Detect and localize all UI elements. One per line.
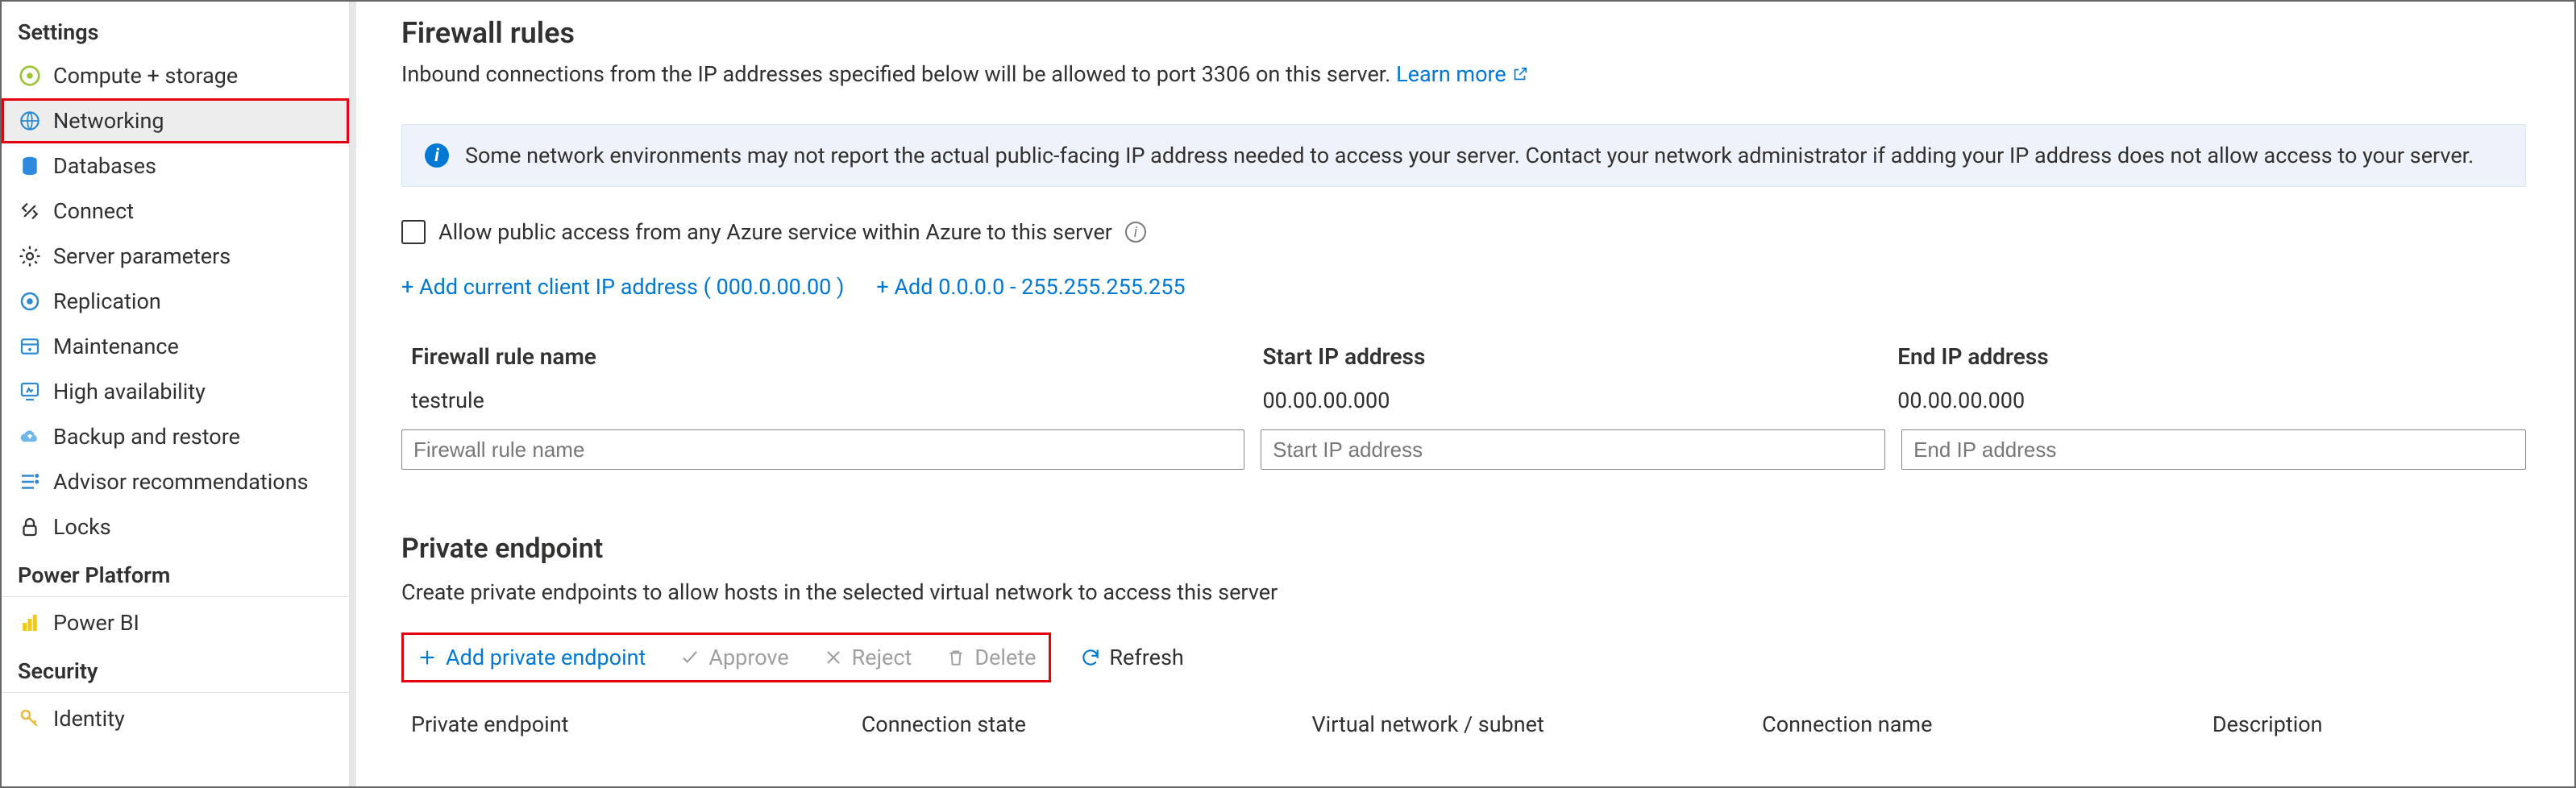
sidebar-item-label: Replication xyxy=(53,288,161,314)
check-icon xyxy=(679,647,700,668)
rule-name-input[interactable] xyxy=(401,429,1244,470)
sidebar-item-identity[interactable]: Identity xyxy=(2,696,349,741)
allow-public-checkbox[interactable] xyxy=(401,220,426,244)
sidebar-item-replication[interactable]: Replication xyxy=(2,279,349,324)
sidebar-item-label: Power BI xyxy=(53,610,139,636)
firewall-rules-title: Firewall rules xyxy=(401,16,2526,50)
private-endpoint-desc: Create private endpoints to allow hosts … xyxy=(401,579,2526,605)
cell-name: testrule xyxy=(411,388,1246,413)
sidebar: Settings Compute + storage Networking Da… xyxy=(2,2,350,786)
learn-more-link[interactable]: Learn more xyxy=(1396,61,1529,87)
desc-text: Inbound connections from the IP addresse… xyxy=(401,61,1396,87)
cell-end: 00.00.00.000 xyxy=(1897,388,2516,413)
powerbi-icon xyxy=(18,611,42,635)
maintenance-icon xyxy=(18,334,42,359)
sidebar-item-label: High availability xyxy=(53,379,206,404)
end-ip-input[interactable] xyxy=(1901,429,2526,470)
compute-icon xyxy=(18,64,42,88)
trash-icon xyxy=(945,647,966,668)
section-power-platform-header: Power Platform xyxy=(2,550,349,597)
key-icon xyxy=(18,707,42,731)
info-box: i Some network environments may not repo… xyxy=(401,124,2526,187)
pe-col-conn: Connection name xyxy=(1762,711,2196,737)
sidebar-item-label: Backup and restore xyxy=(53,424,240,450)
cloud-up-icon xyxy=(18,425,42,449)
external-link-icon xyxy=(1511,63,1529,81)
sidebar-item-high-availability[interactable]: High availability xyxy=(2,369,349,414)
sidebar-item-server-params[interactable]: Server parameters xyxy=(2,234,349,279)
sidebar-item-label: Identity xyxy=(53,706,125,732)
add-pe-label: Add private endpoint xyxy=(446,645,646,670)
learn-more-label: Learn more xyxy=(1396,61,1506,87)
delete-button: Delete xyxy=(941,641,1041,674)
cell-start: 00.00.00.000 xyxy=(1262,388,1881,413)
main-pane: Firewall rules Inbound connections from … xyxy=(350,2,2574,786)
sidebar-item-maintenance[interactable]: Maintenance xyxy=(2,324,349,369)
globe-icon xyxy=(18,109,42,133)
pe-table-header: Private endpoint Connection state Virtua… xyxy=(401,697,2526,740)
reject-label: Reject xyxy=(852,645,912,670)
start-ip-input[interactable] xyxy=(1261,429,1885,470)
sidebar-item-label: Server parameters xyxy=(53,243,231,269)
private-endpoint-title: Private endpoint xyxy=(401,533,2526,565)
firewall-table: Firewall rule name Start IP address End … xyxy=(401,335,2526,476)
sidebar-item-databases[interactable]: Databases xyxy=(2,143,349,189)
reject-button: Reject xyxy=(818,641,917,674)
gear-icon xyxy=(18,244,42,268)
add-private-endpoint-button[interactable]: Add private endpoint xyxy=(412,641,650,674)
info-icon: i xyxy=(425,143,449,168)
database-icon xyxy=(18,154,42,178)
sidebar-item-label: Maintenance xyxy=(53,334,179,359)
allow-public-row: Allow public access from any Azure servi… xyxy=(401,219,2526,245)
info-text: Some network environments may not report… xyxy=(465,143,2474,168)
firewall-input-row xyxy=(401,423,2526,476)
table-row: testrule 00.00.00.000 00.00.00.000 xyxy=(401,378,2526,423)
refresh-icon xyxy=(1080,647,1101,668)
col-end: End IP address xyxy=(1897,343,2516,370)
pe-col-state: Connection state xyxy=(862,711,1296,737)
pe-col-vnet: Virtual network / subnet xyxy=(1311,711,1746,737)
col-start: Start IP address xyxy=(1262,343,1881,370)
sidebar-item-networking[interactable]: Networking xyxy=(2,98,349,143)
sidebar-item-label: Advisor recommendations xyxy=(53,469,309,495)
plus-icon xyxy=(417,647,438,668)
add-ip-links: + Add current client IP address ( 000.0.… xyxy=(401,274,2526,300)
section-settings-header: Settings xyxy=(2,6,349,53)
sidebar-item-connect[interactable]: Connect xyxy=(2,189,349,234)
delete-label: Delete xyxy=(974,645,1036,670)
allow-public-label: Allow public access from any Azure servi… xyxy=(438,219,1112,245)
firewall-table-header: Firewall rule name Start IP address End … xyxy=(401,335,2526,378)
sidebar-item-advisor[interactable]: Advisor recommendations xyxy=(2,459,349,504)
refresh-label: Refresh xyxy=(1109,645,1183,670)
sidebar-item-label: Networking xyxy=(53,108,164,134)
col-name: Firewall rule name xyxy=(411,343,1246,370)
pe-col-endpoint: Private endpoint xyxy=(411,711,846,737)
approve-label: Approve xyxy=(708,645,788,670)
firewall-rules-desc: Inbound connections from the IP addresse… xyxy=(401,61,2526,87)
section-security-header: Security xyxy=(2,645,349,693)
refresh-button[interactable]: Refresh xyxy=(1075,641,1188,674)
sidebar-item-compute[interactable]: Compute + storage xyxy=(2,53,349,98)
sidebar-item-label: Compute + storage xyxy=(53,63,238,89)
add-current-ip-link[interactable]: + Add current client IP address ( 000.0.… xyxy=(401,274,844,300)
x-icon xyxy=(823,647,844,668)
advisor-icon xyxy=(18,470,42,494)
sidebar-item-powerbi[interactable]: Power BI xyxy=(2,600,349,645)
add-ip-range-link[interactable]: + Add 0.0.0.0 - 255.255.255.255 xyxy=(876,274,1185,300)
pe-col-descr: Description xyxy=(2212,711,2516,737)
approve-button: Approve xyxy=(675,641,793,674)
pe-highlighted-actions: Add private endpoint Approve Reject Dele… xyxy=(401,632,1051,682)
sidebar-item-label: Connect xyxy=(53,198,134,224)
lock-icon xyxy=(18,515,42,539)
pe-action-row: Add private endpoint Approve Reject Dele… xyxy=(401,632,2526,682)
replication-icon xyxy=(18,289,42,313)
sidebar-item-backup[interactable]: Backup and restore xyxy=(2,414,349,459)
sidebar-item-label: Databases xyxy=(53,153,156,179)
connect-icon xyxy=(18,199,42,223)
ha-icon xyxy=(18,379,42,404)
hint-icon[interactable]: i xyxy=(1125,222,1146,243)
sidebar-item-label: Locks xyxy=(53,514,111,540)
sidebar-item-locks[interactable]: Locks xyxy=(2,504,349,550)
